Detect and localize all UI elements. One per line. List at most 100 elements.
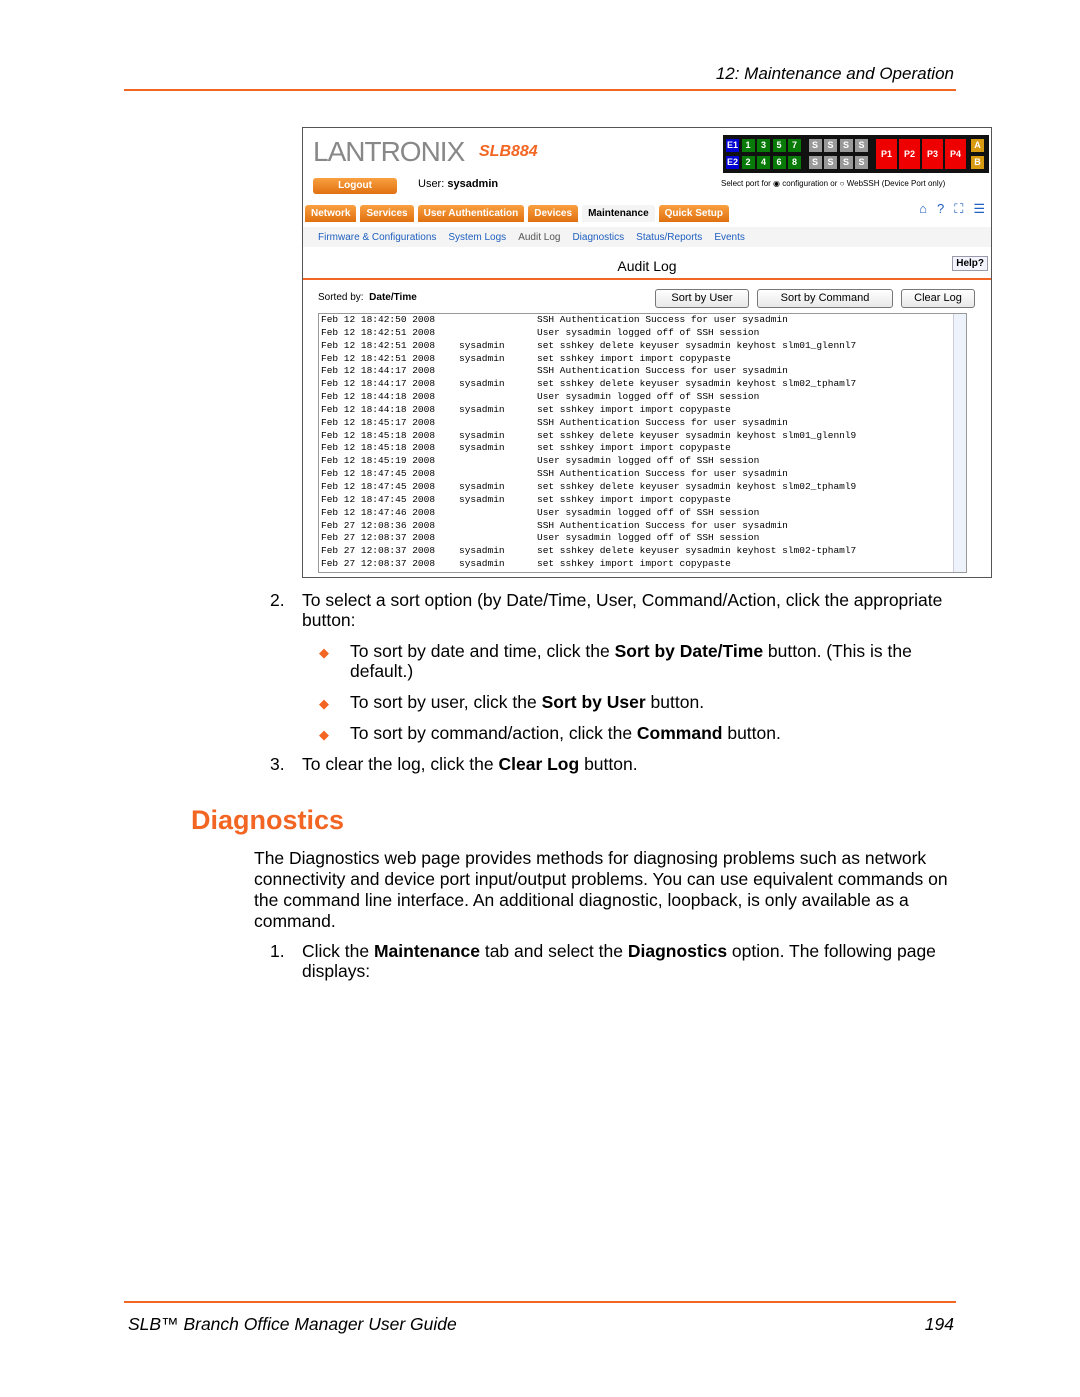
expand-icon[interactable]: ⛶	[954, 201, 963, 217]
user-label: User:	[418, 178, 445, 190]
clear-log-button[interactable]: Clear Log	[901, 289, 975, 308]
log-date: Feb 12 18:42:51 2008	[321, 339, 436, 351]
section-heading: Diagnostics	[191, 805, 345, 835]
log-command: set sshkey delete keyuser sysadmin keyho…	[537, 545, 857, 557]
log-row: Feb 27 12:08:37 2008 sysadmin set sshkey i…	[319, 558, 966, 571]
log-row: Feb 27 12:08:36 2008 SSH Authentication S…	[319, 520, 966, 533]
tab-maintenance[interactable]: Maintenance	[582, 205, 655, 222]
port-s[interactable]: S	[839, 156, 853, 169]
help-button[interactable]: Help?	[952, 256, 988, 271]
log-row: Feb 12 18:44:18 2008 User sysadmin logged…	[319, 391, 966, 404]
log-row: Feb 12 18:45:17 2008 SSH Authentication S…	[319, 417, 966, 430]
log-command: User sysadmin logged off of SSH session	[537, 326, 760, 338]
log-user	[459, 468, 537, 481]
s1-bold2: Diagnostics	[627, 941, 728, 961]
sorted-value: Date/Time	[369, 292, 417, 303]
home-icon[interactable]: ⌂	[919, 201, 927, 217]
log-command: SSH Authentication Success for user sysa…	[537, 365, 788, 377]
tab-network[interactable]: Network	[305, 205, 357, 222]
port-s[interactable]: S	[855, 139, 868, 152]
b2-text2: button.	[645, 692, 705, 712]
port-p2[interactable]: P2	[899, 139, 920, 169]
help-icon[interactable]: ?	[937, 201, 944, 217]
log-command: set sshkey delete keyuser sysadmin keyho…	[537, 429, 857, 441]
s1-b: tab and select the	[479, 941, 628, 961]
log-row: Feb 12 18:42:51 2008 sysadmin set sshkey i…	[319, 353, 966, 366]
audit-log-screenshot: LANTRONIX SLB884 E1 1 3 5 7 S S S S E2 2 4 6 8 S S S S P1 P…	[302, 127, 992, 578]
radio-config[interactable]: ◉	[773, 179, 780, 188]
log-date: Feb 27 12:08:37 2008	[321, 545, 436, 557]
sorted-label: Sorted by:	[318, 292, 364, 303]
log-user	[459, 327, 537, 340]
log-date: Feb 12 18:44:18 2008	[321, 403, 436, 415]
log-user	[459, 391, 537, 404]
port-e1[interactable]: E1	[726, 139, 739, 152]
tab-devices[interactable]: Devices	[528, 205, 579, 222]
port-6[interactable]: 6	[772, 156, 786, 169]
log-row: Feb 12 18:47:45 2008 sysadmin set sshkey d…	[319, 481, 966, 494]
port-s[interactable]: S	[808, 139, 822, 152]
log-user	[459, 417, 537, 430]
log-command: set sshkey import import copypaste	[537, 558, 731, 570]
log-date: Feb 12 18:42:50 2008	[321, 314, 436, 325]
subtab-diagnostics[interactable]: Diagnostics	[572, 232, 624, 243]
tab-quick-setup[interactable]: Quick Setup	[658, 205, 729, 222]
step-2-number: 2.	[270, 590, 285, 610]
tab-user-authentication[interactable]: User Authentication	[417, 205, 525, 222]
subtab-system-logs[interactable]: System Logs	[448, 232, 506, 243]
port-s[interactable]: S	[855, 156, 868, 169]
log-row: Feb 12 18:44:17 2008 SSH Authentication S…	[319, 365, 966, 378]
webssh-label: WebSSH (Device Port only)	[846, 179, 946, 188]
subtab-events[interactable]: Events	[714, 232, 745, 243]
tab-services[interactable]: Services	[360, 205, 414, 222]
port-8[interactable]: 8	[788, 156, 801, 169]
step-2-text-cont: button:	[302, 610, 356, 630]
b3-text: To sort by command/action, click the	[350, 723, 637, 743]
radio-webssh[interactable]: ○	[840, 179, 845, 188]
port-s[interactable]: S	[824, 139, 837, 152]
sort-by-user-button[interactable]: Sort by User	[655, 289, 749, 308]
port-4[interactable]: 4	[757, 156, 770, 169]
port-s[interactable]: S	[839, 139, 853, 152]
list-icon[interactable]: ☰	[973, 201, 985, 217]
port-1[interactable]: 1	[741, 139, 755, 152]
log-command: SSH Authentication Success for user sysa…	[537, 519, 788, 531]
log-row: Feb 12 18:47:45 2008 SSH Authentication S…	[319, 468, 966, 481]
sub-tabs: Firmware & Configurations System Logs Audi…	[303, 227, 991, 247]
log-date: Feb 12 18:47:45 2008	[321, 480, 436, 492]
port-3[interactable]: 3	[757, 139, 770, 152]
bullet-2: To sort by user, click the Sort by User …	[350, 692, 704, 713]
sorted-by: Sorted by: Date/Time	[318, 292, 417, 303]
sort-by-command-button[interactable]: Sort by Command	[757, 289, 893, 308]
port-s[interactable]: S	[808, 156, 822, 169]
subtab-status-reports[interactable]: Status/Reports	[636, 232, 702, 243]
b3-text2: button.	[722, 723, 781, 743]
port-b[interactable]: B	[971, 156, 984, 169]
subtab-firmware-configurations[interactable]: Firmware & Configurations	[318, 232, 436, 243]
log-row: Feb 12 18:45:18 2008 sysadmin set sshkey d…	[319, 430, 966, 443]
port-2[interactable]: 2	[741, 156, 755, 169]
port-p1[interactable]: P1	[876, 139, 897, 169]
bullet-1-cont: default.)	[350, 661, 414, 681]
log-command: set sshkey import import copypaste	[537, 403, 731, 415]
port-e2[interactable]: E2	[726, 156, 739, 169]
log-date: Feb 12 18:44:18 2008	[321, 391, 436, 403]
port-s[interactable]: S	[824, 156, 837, 169]
port-7[interactable]: 7	[788, 139, 801, 152]
logout-button[interactable]: Logout	[313, 178, 397, 194]
log-command: User sysadmin logged off of SSH session	[537, 455, 760, 467]
scrollbar[interactable]	[953, 314, 966, 572]
log-user: sysadmin	[459, 493, 505, 505]
subtab-audit-log[interactable]: Audit Log	[518, 232, 560, 243]
port-a[interactable]: A	[971, 139, 984, 152]
port-p3[interactable]: P3	[922, 139, 943, 169]
port-5[interactable]: 5	[772, 139, 786, 152]
log-date: Feb 27 12:08:37 2008	[321, 532, 436, 544]
footer-rule	[124, 1301, 956, 1303]
log-user: sysadmin	[459, 378, 505, 390]
log-command: User sysadmin logged off of SSH session	[537, 532, 760, 544]
log-user	[459, 507, 537, 520]
port-p4[interactable]: P4	[945, 139, 966, 169]
log-command: set sshkey delete keyuser sysadmin keyho…	[537, 480, 857, 492]
step-3-text: To clear the log, click the Clear Log bu…	[302, 754, 638, 775]
